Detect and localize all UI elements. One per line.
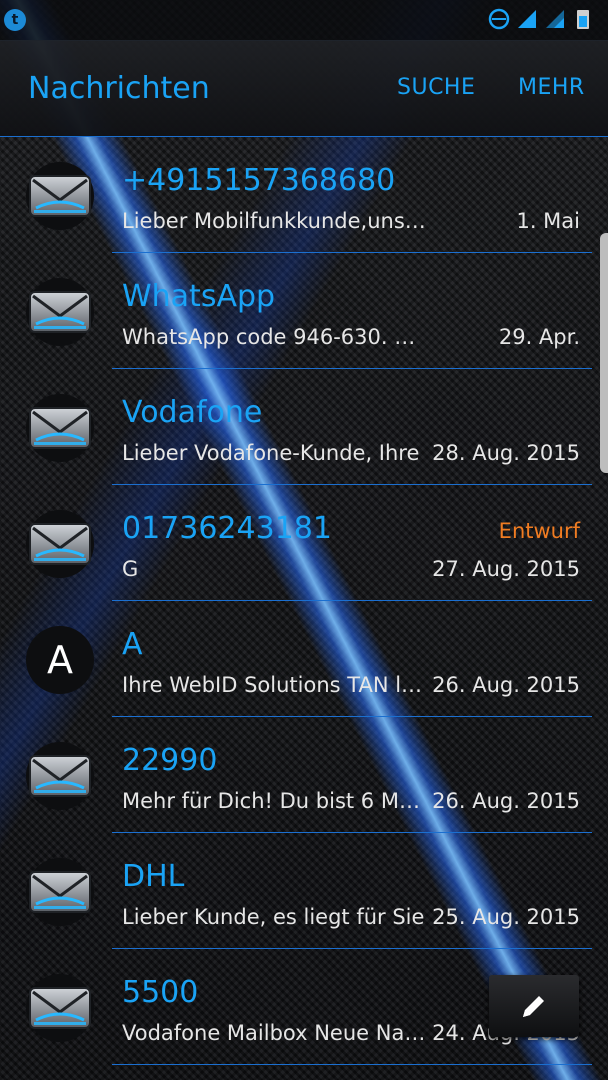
envelope-icon[interactable] xyxy=(26,278,94,346)
status-bar: t xyxy=(0,0,608,41)
message-date: 26. Aug. 2015 xyxy=(432,673,580,697)
conversation-sender: 22990 xyxy=(122,743,218,778)
message-date: 26. Aug. 2015 xyxy=(432,789,580,813)
message-preview: Vodafone Mailbox Neue Nachricht xyxy=(122,1021,428,1045)
conversation-sender: DHL xyxy=(122,859,185,894)
more-button[interactable]: MEHR xyxy=(518,75,585,100)
message-date: 25. Aug. 2015 xyxy=(432,905,580,929)
envelope-icon[interactable] xyxy=(26,858,94,926)
wifi-icon xyxy=(546,10,564,28)
row-divider xyxy=(112,1064,592,1065)
conversation-row[interactable]: +4915157368680 Lieber Mobilfunkkunde,unse… xyxy=(0,137,608,253)
envelope-icon[interactable] xyxy=(26,162,94,230)
scrollbar-handle[interactable] xyxy=(600,233,608,473)
signal-icon xyxy=(518,10,536,28)
message-date: 29. Apr. xyxy=(498,325,580,349)
status-icons xyxy=(488,8,594,30)
compose-pencil-icon xyxy=(523,996,544,1017)
battery-icon xyxy=(577,10,589,29)
message-preview: WhatsApp code 946-630. Du kannst xyxy=(122,325,428,349)
message-preview: Lieber Kunde, es liegt für Sie xyxy=(122,905,425,929)
conversation-sender: 5500 xyxy=(122,975,199,1010)
envelope-icon[interactable] xyxy=(26,974,94,1042)
conversation-row[interactable]: 22990 Mehr für Dich! Du bist 6 Monate 26. … xyxy=(0,717,608,833)
conversation-sender: Vodafone xyxy=(122,395,263,430)
message-preview: Lieber Vodafone-Kunde, Ihre xyxy=(122,441,420,465)
app-notification-icon: t xyxy=(4,9,26,31)
conversation-row[interactable]: A A Ihre WebID Solutions TAN lautet 26. Aug… xyxy=(0,601,608,717)
compose-button[interactable] xyxy=(489,975,579,1037)
conversation-sender: A xyxy=(122,627,143,662)
conversation-row[interactable]: WhatsApp WhatsApp code 946-630. Du kannst… xyxy=(0,253,608,369)
draft-label: Entwurf xyxy=(498,519,580,543)
conversation-row[interactable]: 01736243181 Entwurf G 27. Aug. 2015 xyxy=(0,485,608,601)
app-bar: Nachrichten SUCHE MEHR xyxy=(0,40,608,137)
conversation-list: +4915157368680 Lieber Mobilfunkkunde,unse… xyxy=(0,137,608,1065)
page-title: Nachrichten xyxy=(28,71,210,106)
message-date: 1. Mai xyxy=(516,209,580,233)
search-button[interactable]: SUCHE xyxy=(397,75,475,100)
avatar-letter: A xyxy=(47,638,73,682)
envelope-icon[interactable] xyxy=(26,510,94,578)
message-date: 27. Aug. 2015 xyxy=(432,557,580,581)
data-sync-icon xyxy=(488,8,510,30)
message-date: 28. Aug. 2015 xyxy=(432,441,580,465)
envelope-icon[interactable] xyxy=(26,394,94,462)
message-preview: G xyxy=(122,557,139,581)
conversation-row[interactable]: Vodafone Lieber Vodafone-Kunde, Ihre 28. A… xyxy=(0,369,608,485)
envelope-icon[interactable] xyxy=(26,742,94,810)
contact-avatar[interactable]: A xyxy=(26,626,94,694)
message-preview: Mehr für Dich! Du bist 6 Monate xyxy=(122,789,428,813)
conversation-sender: +4915157368680 xyxy=(122,163,396,198)
conversation-sender: WhatsApp xyxy=(122,279,276,314)
message-preview: Lieber Mobilfunkkunde,unser Glückwunsch xyxy=(122,209,428,233)
message-preview: Ihre WebID Solutions TAN lautet xyxy=(122,673,428,697)
conversation-row[interactable]: DHL Lieber Kunde, es liegt für Sie 25. Aug… xyxy=(0,833,608,949)
conversation-sender: 01736243181 xyxy=(122,511,332,546)
